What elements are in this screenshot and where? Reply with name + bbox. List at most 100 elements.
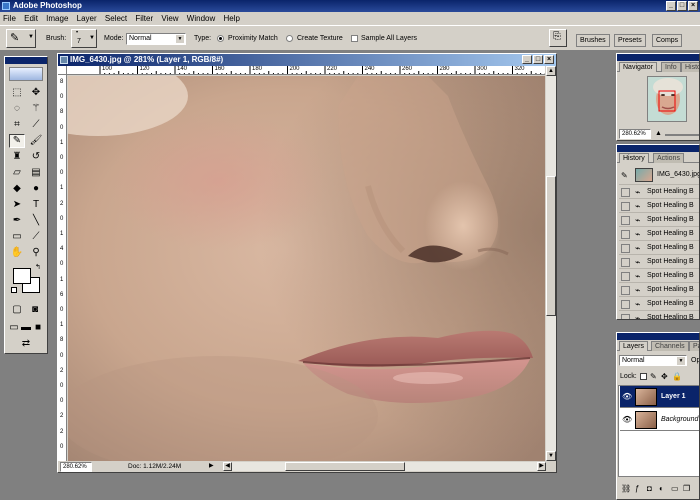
crop-tool-icon[interactable]: ⌗ xyxy=(9,118,25,132)
gradient-tool-icon[interactable]: ▤ xyxy=(28,166,44,180)
history-step[interactable]: ⌁ Spot Healing B xyxy=(619,284,699,297)
scroll-down-icon[interactable]: ▼ xyxy=(546,451,556,461)
tab-channels[interactable]: Channels xyxy=(651,341,689,351)
create-texture-radio[interactable] xyxy=(286,35,293,42)
menu-file[interactable]: File xyxy=(0,12,19,25)
notes-tool-icon[interactable]: ▭ xyxy=(9,230,25,244)
path-selection-tool-icon[interactable]: ➤ xyxy=(9,198,25,212)
standard-mode-icon[interactable]: ▢ xyxy=(10,303,24,317)
type-tool-icon[interactable]: T xyxy=(28,198,44,212)
history-source-box[interactable] xyxy=(621,188,630,197)
history-step[interactable]: ⌁ Spot Healing B xyxy=(619,242,699,255)
screen-mode-standard-icon[interactable]: ▭ xyxy=(8,321,20,335)
eyedropper-tool-icon[interactable]: ⟋ xyxy=(28,230,44,244)
screen-mode-menu-icon[interactable]: ▬ xyxy=(20,321,32,335)
document-title-bar[interactable]: IMG_6430.jpg @ 281% (Layer 1, RGB/8#) xyxy=(58,54,556,66)
history-source-box[interactable] xyxy=(621,230,630,239)
brush-tool-icon[interactable]: 🖌 xyxy=(28,134,44,148)
history-source-box[interactable] xyxy=(621,272,630,281)
tool-preset-picker[interactable]: ✎ ▼ xyxy=(6,29,36,48)
mode-select[interactable]: Normal ▼ xyxy=(126,33,186,45)
menu-window[interactable]: Window xyxy=(184,12,218,25)
layer-row-layer-1[interactable]: 👁 Layer 1 xyxy=(620,386,699,408)
tab-layers[interactable]: Layers xyxy=(619,341,649,351)
lasso-tool-icon[interactable]: ◌ xyxy=(9,102,25,116)
zoom-tool-icon[interactable]: ⚲ xyxy=(28,246,44,260)
brush-picker[interactable]: • 7 ▼ xyxy=(71,29,97,48)
visibility-eye-icon[interactable]: 👁 xyxy=(622,415,632,425)
history-source-box[interactable] xyxy=(621,244,630,253)
new-layer-icon[interactable]: ❐ xyxy=(683,484,690,493)
app-title-bar[interactable]: Adobe Photoshop _ □ × xyxy=(0,0,700,12)
horizontal-scrollbar[interactable]: ◀ ▶ xyxy=(223,462,546,471)
jump-to-imageready-icon[interactable]: ⇄ xyxy=(13,337,39,351)
vertical-scroll-thumb[interactable] xyxy=(546,176,556,316)
well-tab-brushes[interactable]: Brushes xyxy=(576,34,610,47)
layer-style-icon[interactable]: ƒ xyxy=(635,484,639,493)
history-snapshot[interactable]: ✎ IMG_6430.jpg xyxy=(619,166,699,185)
lock-image-icon[interactable]: ✎ xyxy=(650,372,657,381)
move-tool-icon[interactable]: ✥ xyxy=(28,86,44,100)
history-source-box[interactable] xyxy=(621,216,630,225)
foreground-color-swatch[interactable] xyxy=(13,268,31,284)
quick-mask-mode-icon[interactable]: ◙ xyxy=(28,303,42,317)
doc-maximize-button[interactable]: □ xyxy=(533,55,543,64)
menu-image[interactable]: Image xyxy=(43,12,71,25)
menu-layer[interactable]: Layer xyxy=(74,12,100,25)
menu-edit[interactable]: Edit xyxy=(21,12,41,25)
maximize-button[interactable]: □ xyxy=(677,1,687,11)
line-tool-icon[interactable]: ╲ xyxy=(28,214,44,228)
tab-histogram[interactable]: Histo xyxy=(681,62,699,72)
layer-row-background[interactable]: 👁 Background xyxy=(620,409,699,431)
menu-select[interactable]: Select xyxy=(102,12,130,25)
well-tab-presets[interactable]: Presets xyxy=(614,34,646,47)
history-step[interactable]: ⌁ Spot Healing B xyxy=(619,214,699,227)
toolbox-title-bar[interactable] xyxy=(5,57,47,64)
horizontal-ruler[interactable]: 100120140160180200220240260280300320340 xyxy=(67,66,545,75)
menu-view[interactable]: View xyxy=(158,12,181,25)
eraser-tool-icon[interactable]: ▱ xyxy=(9,166,25,180)
vertical-ruler[interactable]: 8 0 8 0 1 0 0 1 2 0 1 4 0 1 6 0 1 8 0 2 0 0 2 2 0 xyxy=(58,75,67,461)
file-browser-button[interactable]: ⎘ xyxy=(549,29,567,47)
swap-colors-icon[interactable]: ↰ xyxy=(35,263,41,271)
default-colors-icon[interactable] xyxy=(11,287,17,293)
lock-all-icon[interactable]: 🔒 xyxy=(672,372,682,381)
history-step[interactable]: ⌁ Spot Healing B xyxy=(619,186,699,199)
tab-paths[interactable]: Pa xyxy=(689,341,699,351)
visibility-eye-icon[interactable]: 👁 xyxy=(622,392,632,402)
clone-stamp-tool-icon[interactable]: ♜ xyxy=(9,150,25,164)
history-step[interactable]: ⌁ Spot Healing B xyxy=(619,200,699,213)
scroll-up-icon[interactable]: ▲ xyxy=(546,66,556,76)
tab-actions[interactable]: Actions xyxy=(653,153,684,163)
close-button[interactable]: × xyxy=(688,1,698,11)
vertical-scrollbar[interactable]: ▲ ▼ xyxy=(546,66,556,461)
history-source-box[interactable] xyxy=(621,258,630,267)
scroll-left-icon[interactable]: ◀ xyxy=(223,462,232,471)
pen-tool-icon[interactable]: ✒ xyxy=(9,214,25,228)
horizontal-scroll-thumb[interactable] xyxy=(285,462,405,471)
dodge-tool-icon[interactable]: ● xyxy=(28,182,44,196)
hand-tool-icon[interactable]: ✋ xyxy=(9,246,25,260)
lock-position-icon[interactable]: ✥ xyxy=(661,372,668,381)
magic-wand-tool-icon[interactable]: ⚚ xyxy=(28,102,44,116)
navigator-zoom-field[interactable]: 280.62% xyxy=(619,129,651,139)
menu-filter[interactable]: Filter xyxy=(132,12,156,25)
lock-transparency-icon[interactable] xyxy=(640,373,647,380)
history-brush-tool-icon[interactable]: ↺ xyxy=(28,150,44,164)
history-step[interactable]: ⌁ Spot Healing B xyxy=(619,228,699,241)
slice-tool-icon[interactable]: ⟋ xyxy=(28,118,44,132)
layers-title-bar[interactable] xyxy=(617,333,699,340)
minimize-button[interactable]: _ xyxy=(666,1,676,11)
history-step[interactable]: ⌁ Spot Healing B xyxy=(619,312,699,319)
link-layers-icon[interactable]: ⛓ xyxy=(621,484,631,493)
history-source-box[interactable] xyxy=(621,202,630,211)
history-source-box[interactable] xyxy=(621,286,630,295)
history-step[interactable]: ⌁ Spot Healing B xyxy=(619,256,699,269)
blur-tool-icon[interactable]: ◆ xyxy=(9,182,25,196)
marquee-tool-icon[interactable]: ⬚ xyxy=(9,86,25,100)
scroll-right-icon[interactable]: ▶ xyxy=(537,462,546,471)
history-source-box[interactable] xyxy=(621,314,630,319)
navigator-thumbnail[interactable] xyxy=(647,76,687,122)
history-title-bar[interactable] xyxy=(617,145,699,152)
blend-mode-select[interactable]: Normal ▼ xyxy=(619,355,687,366)
